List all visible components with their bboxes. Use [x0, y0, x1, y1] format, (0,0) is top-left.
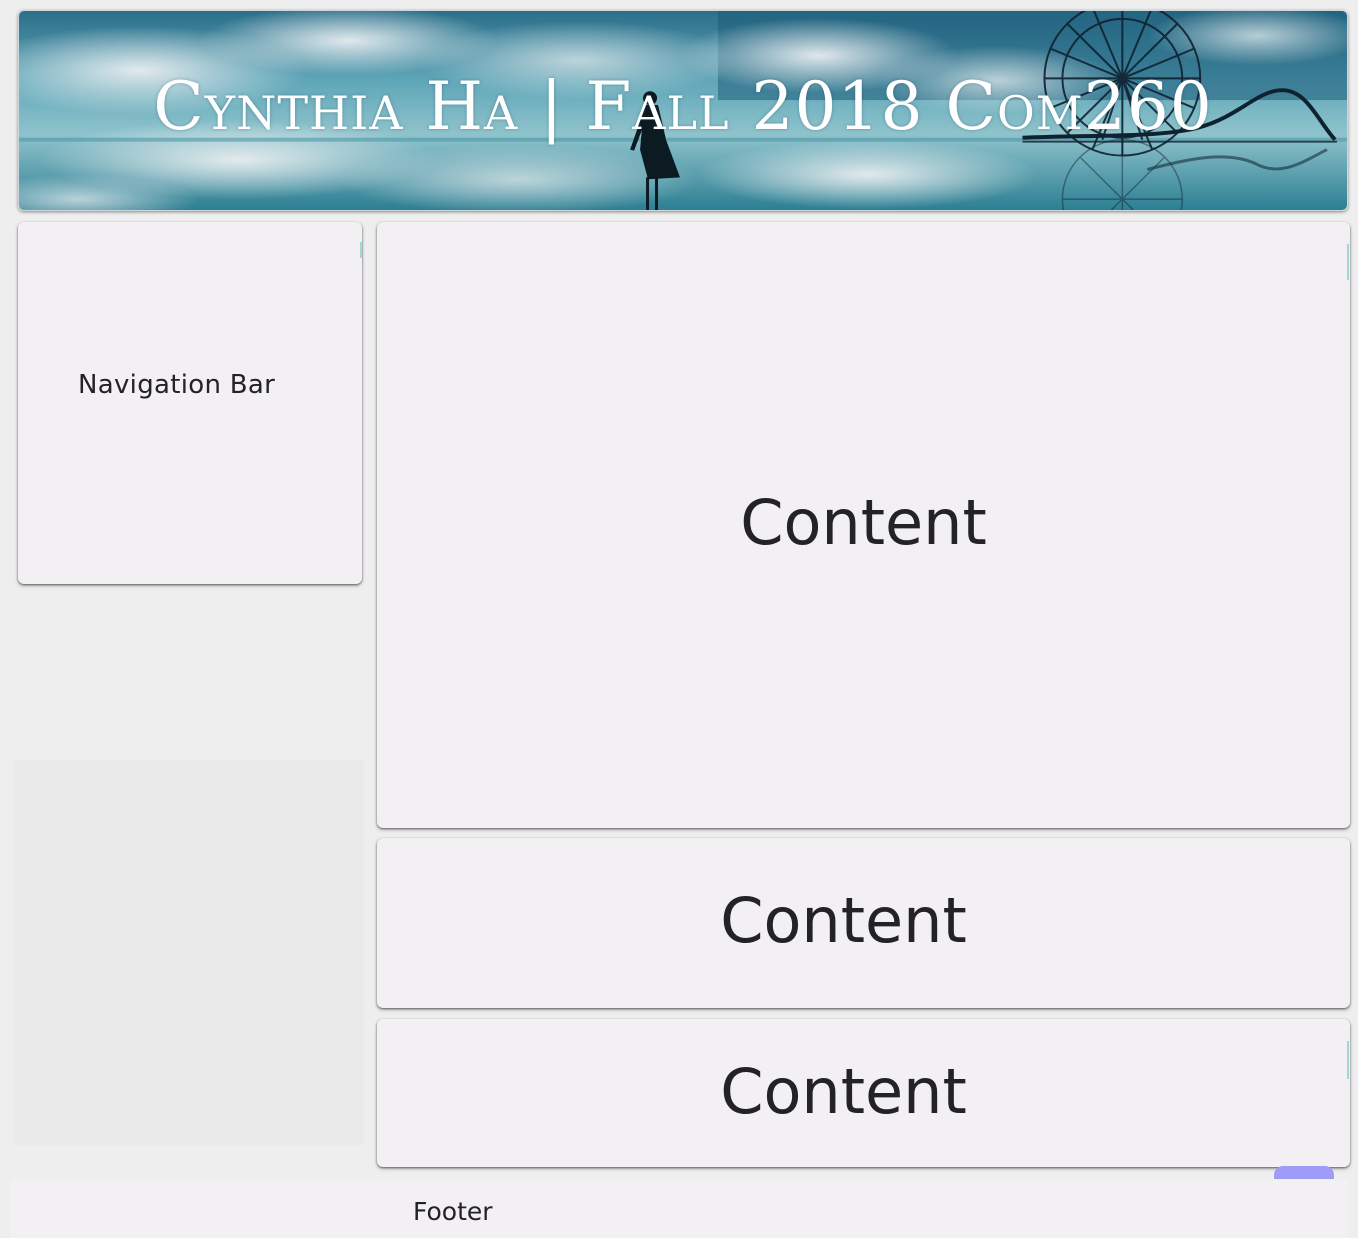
panel-edge-accent [360, 242, 362, 258]
page-title: Cynthia Ha | Fall 2018 Com260 [153, 68, 1213, 145]
panel-edge-accent [1347, 244, 1349, 280]
sidebar-empty-area [14, 760, 364, 1145]
content-label: Content [720, 884, 967, 957]
content-block-secondary: Content [377, 838, 1350, 1008]
navigation-bar-label: Navigation Bar [78, 370, 276, 400]
footer-label: Footer [413, 1197, 493, 1226]
navigation-bar[interactable]: Navigation Bar [18, 222, 362, 584]
content-label: Content [740, 486, 987, 559]
footer: Footer [10, 1179, 1348, 1238]
scroll-to-top-button[interactable] [1274, 1166, 1334, 1179]
content-block-main: Content [377, 222, 1350, 828]
content-block-tertiary: Content [377, 1019, 1350, 1167]
header-banner: Cynthia Ha | Fall 2018 Com260 [18, 10, 1348, 211]
content-label: Content [720, 1055, 967, 1128]
